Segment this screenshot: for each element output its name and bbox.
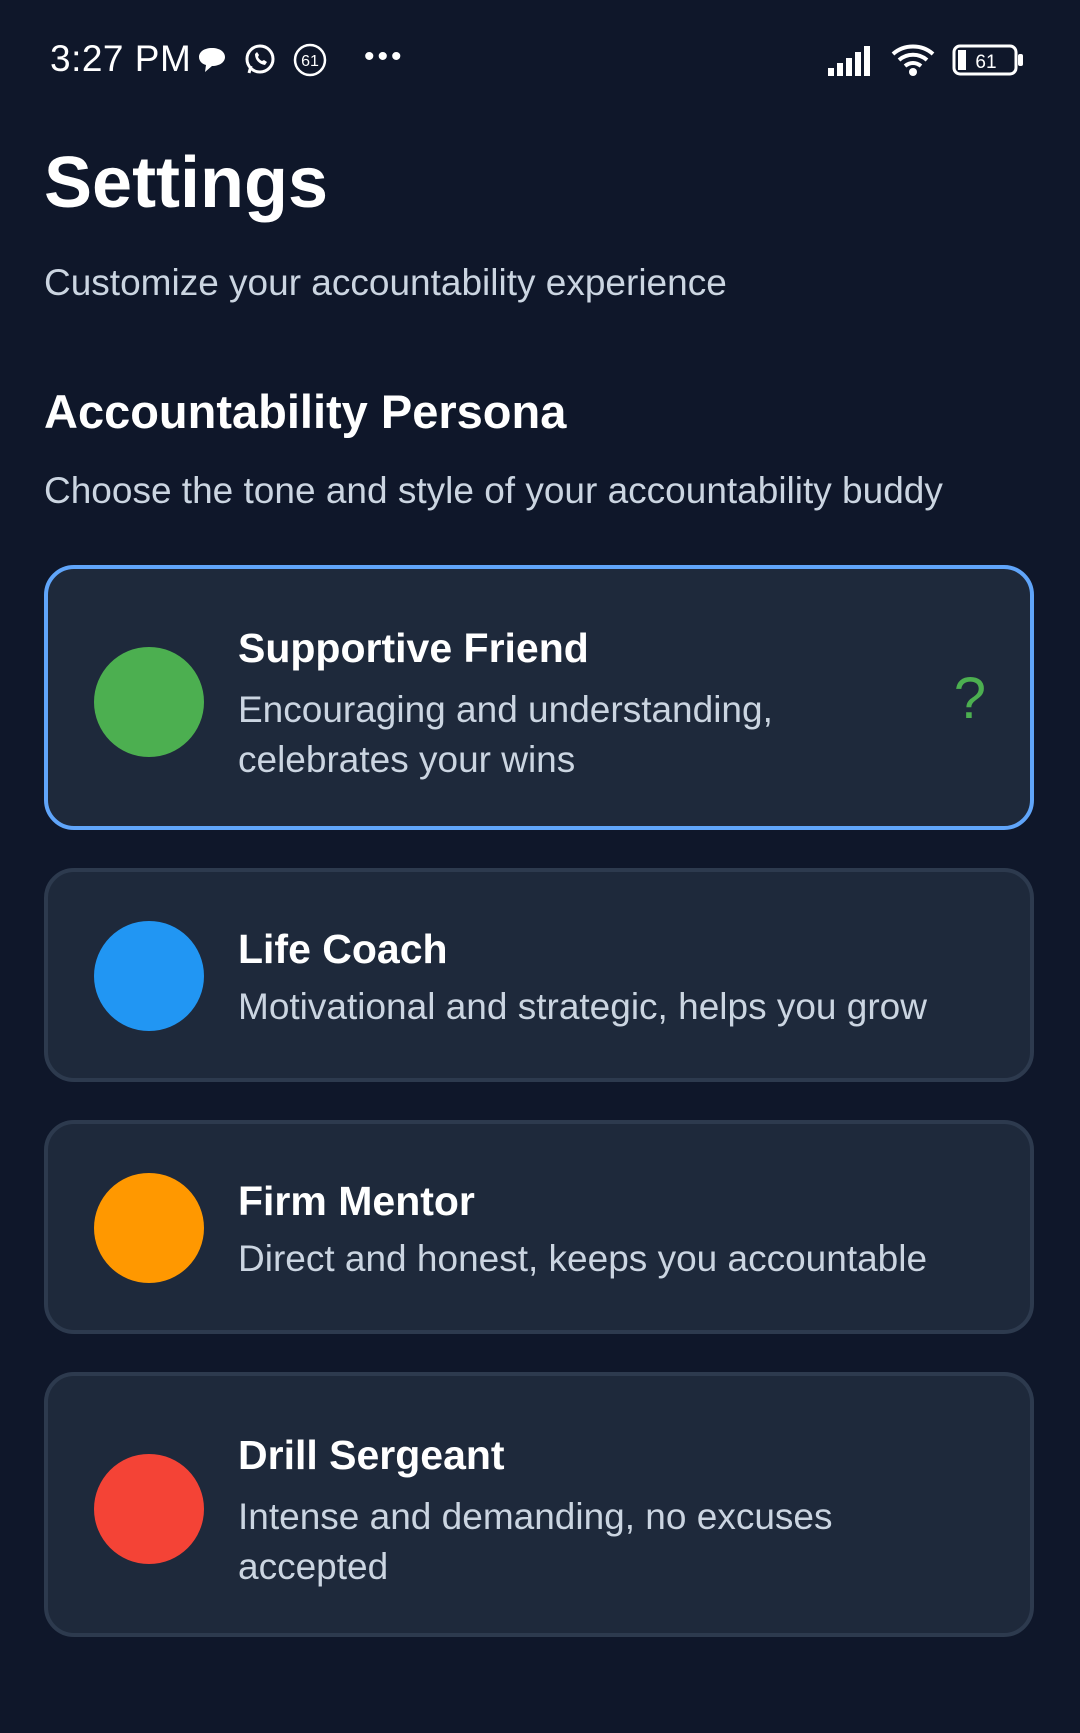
persona-card-firm-mentor[interactable]: Firm Mentor Direct and honest, keeps you…	[44, 1120, 1034, 1334]
section-title: Accountability Persona	[44, 385, 567, 438]
persona-description: Motivational and strategic, helps you gr…	[238, 986, 927, 1027]
section-description: Choose the tone and style of your accoun…	[44, 470, 943, 511]
status-time: 3:27 PM	[50, 38, 192, 79]
whatsapp-icon	[242, 42, 278, 83]
status-notification-icons: 61 •••	[196, 39, 405, 83]
persona-name: Drill Sergeant	[238, 1432, 505, 1478]
persona-color-dot	[94, 1454, 204, 1564]
persona-color-dot	[94, 1173, 204, 1283]
persona-color-dot	[94, 647, 204, 757]
more-dots-icon: •••	[364, 39, 405, 73]
wifi-icon	[890, 42, 936, 83]
settings-screen: 3:27 PM 61 ••• 61 Settings Customize you…	[0, 0, 1080, 1733]
persona-description: Intense and demanding, no excuses accept…	[238, 1496, 833, 1587]
persona-name: Supportive Friend	[238, 625, 589, 671]
battery-level-text: 61	[975, 52, 996, 73]
persona-card-drill-sergeant[interactable]: Drill Sergeant Intense and demanding, no…	[44, 1372, 1034, 1637]
persona-description: Direct and honest, keeps you accountable	[238, 1238, 928, 1279]
persona-color-dot	[94, 921, 204, 1031]
chat-bubble-icon	[196, 45, 228, 80]
signal-icon	[826, 44, 874, 81]
notification-count-icon: 61	[292, 42, 328, 83]
persona-card-life-coach[interactable]: Life Coach Motivational and strategic, h…	[44, 868, 1034, 1082]
status-system-icons: 61	[826, 42, 1024, 83]
persona-card-supportive-friend[interactable]: Supportive Friend Encouraging and unders…	[44, 565, 1034, 830]
persona-name: Life Coach	[238, 926, 448, 972]
page-title: Settings	[44, 143, 329, 223]
persona-name: Firm Mentor	[238, 1178, 475, 1224]
notification-count-text: 61	[301, 53, 319, 70]
selected-indicator-icon: ?	[953, 666, 986, 731]
persona-description: Encouraging and understanding, celebrate…	[238, 689, 773, 780]
status-bar: 3:27 PM 61 ••• 61	[0, 0, 1080, 120]
battery-icon: 61	[952, 43, 1024, 82]
page-subtitle: Customize your accountability experience	[44, 262, 727, 303]
